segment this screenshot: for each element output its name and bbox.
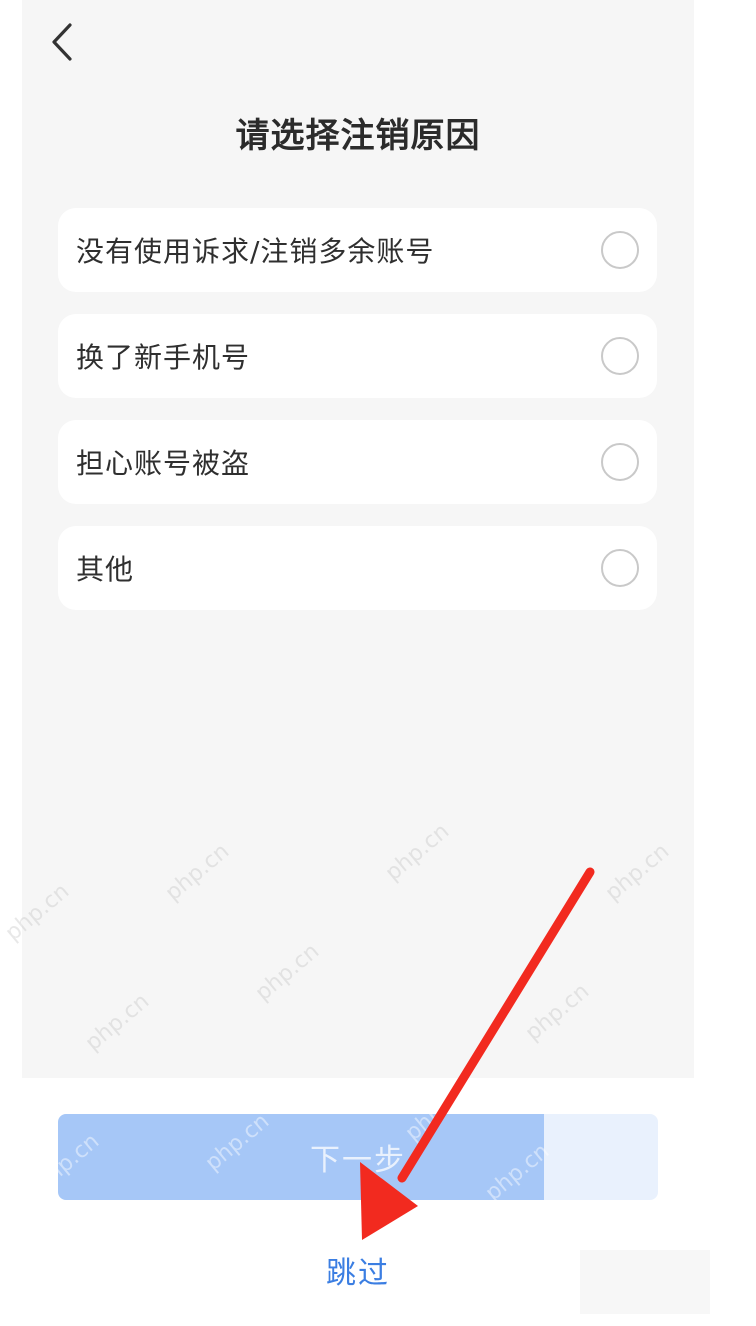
- screen: 请选择注销原因 没有使用诉求/注销多余账号 换了新手机号 担心账号被盗 其他 p…: [0, 0, 756, 1326]
- back-button[interactable]: [40, 18, 84, 66]
- next-step-label: 下一步: [310, 1144, 406, 1177]
- reason-options: 没有使用诉求/注销多余账号 换了新手机号 担心账号被盗 其他: [58, 208, 657, 632]
- reason-option-label: 其他: [76, 553, 135, 586]
- reason-option[interactable]: 其他: [58, 526, 657, 610]
- reason-option[interactable]: 担心账号被盗: [58, 420, 657, 504]
- button-edge-overlay: [544, 1112, 674, 1210]
- reason-option-label: 担心账号被盗: [76, 447, 251, 480]
- radio-unchecked-icon[interactable]: [601, 337, 639, 375]
- reason-option[interactable]: 换了新手机号: [58, 314, 657, 398]
- radio-unchecked-icon[interactable]: [601, 443, 639, 481]
- reason-option-label: 换了新手机号: [76, 341, 251, 374]
- chevron-left-icon: [52, 23, 72, 61]
- page-title: 请选择注销原因: [235, 116, 481, 156]
- reason-option[interactable]: 没有使用诉求/注销多余账号: [58, 208, 657, 292]
- reason-option-label: 没有使用诉求/注销多余账号: [76, 235, 435, 268]
- radio-unchecked-icon[interactable]: [601, 231, 639, 269]
- corner-overlay: [580, 1250, 710, 1314]
- radio-unchecked-icon[interactable]: [601, 549, 639, 587]
